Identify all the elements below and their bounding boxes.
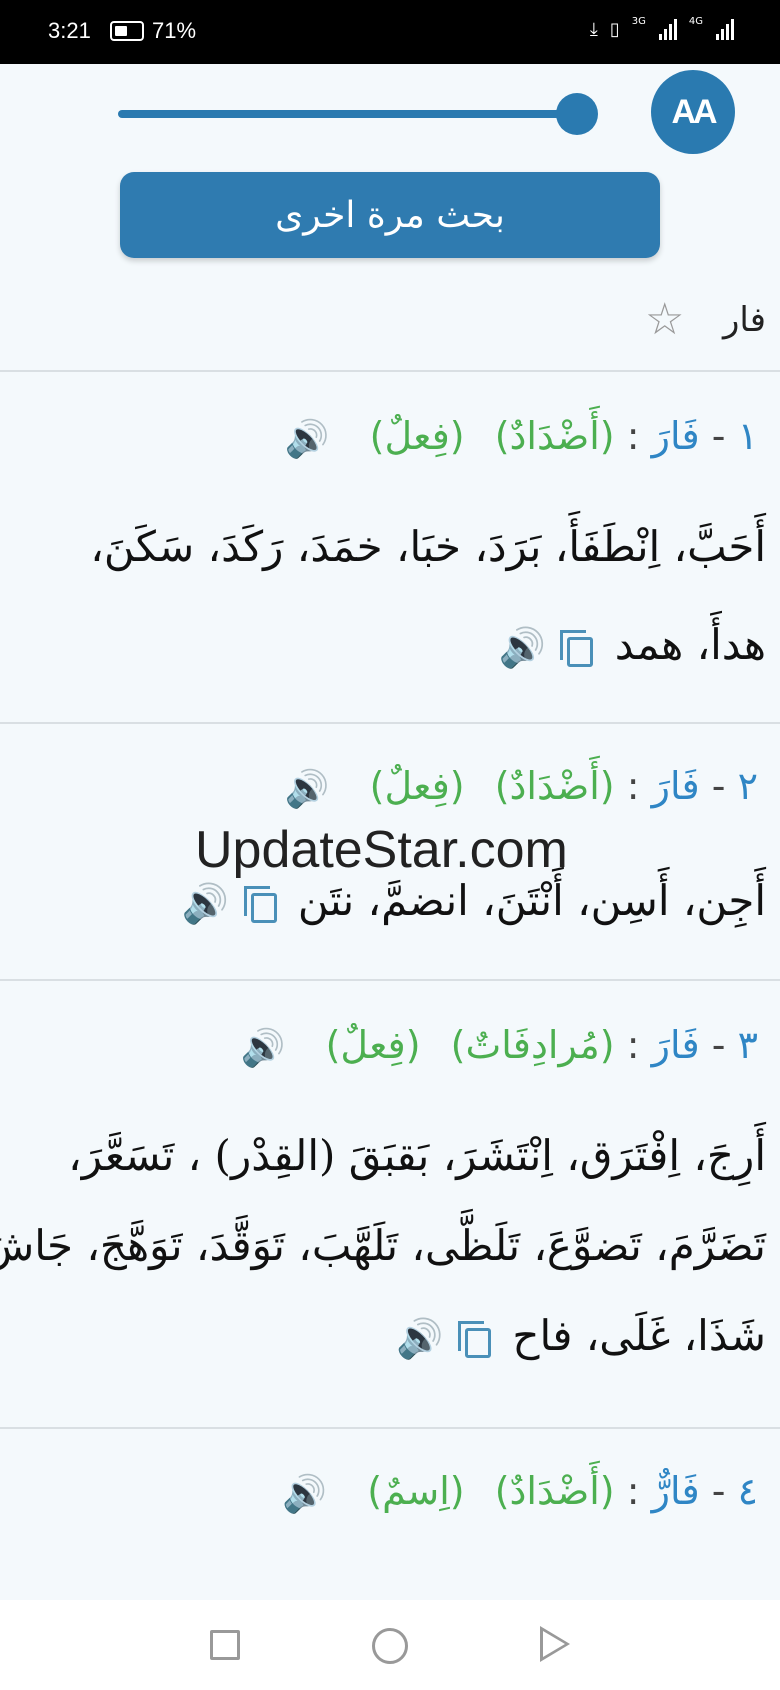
entry-1: ١ - فَارَ : (أَضْدَادٌ) (فِعلٌ) 🔊 أَحَبَ… — [0, 372, 780, 722]
entry-word: فَارٌّ — [651, 1469, 700, 1513]
aa-label: AA — [671, 92, 717, 131]
status-icons: ⤓ ▯ 3G 4G — [589, 15, 734, 40]
entry-line-text: شَذَا، غَلَى، فاح — [512, 1311, 766, 1360]
speaker-icon[interactable]: 🔊 — [285, 418, 330, 460]
entry-tag-type: (أَضْدَادٌ) — [494, 1469, 615, 1513]
status-battery: 71% — [152, 18, 197, 43]
entry-number: ١ — [737, 414, 758, 458]
entry-tag-type: (أَضْدَادٌ) — [494, 764, 615, 808]
home-icon[interactable] — [372, 1628, 408, 1664]
star-icon[interactable]: ☆ — [645, 294, 684, 345]
entry-header: ٤ - فَارٌّ : (أَضْدَادٌ) (اِسمٌ) 🔊 — [282, 1469, 758, 1515]
entry-line-last: شَذَا، غَلَى، فاح 🔊 — [396, 1311, 766, 1362]
status-bar: 3:21 71% ⤓ ▯ 3G 4G — [0, 0, 780, 64]
word-header: فار ☆ — [0, 290, 780, 360]
entry-tag-type: (أَضْدَادٌ) — [494, 414, 615, 458]
signal-icon — [658, 18, 677, 40]
entry-word: فَارَ — [651, 1023, 700, 1067]
aa-icon[interactable]: AA — [651, 70, 735, 154]
entry-header: ٢ - فَارَ : (أَضْدَادٌ) (فِعلٌ) 🔊 — [284, 764, 758, 810]
copy-icon[interactable] — [560, 630, 594, 667]
speaker-icon[interactable]: 🔊 — [241, 1027, 286, 1069]
entry-4: ٤ - فَارٌّ : (أَضْدَادٌ) (اِسمٌ) 🔊 — [0, 1429, 780, 1600]
entry-sep: : — [626, 414, 640, 458]
font-size-slider[interactable] — [118, 110, 578, 118]
entry-sep: : — [626, 764, 640, 808]
entry-word: فَارَ — [651, 764, 700, 808]
speaker-icon[interactable]: 🔊 — [396, 1317, 443, 1361]
download-icon: ⤓ — [589, 18, 598, 40]
entry-header: ٣ - فَارَ : (مُرادِفَاتٌ) (فِعلٌ) 🔊 — [240, 1023, 758, 1069]
entry-line: تَضَرَّمَ، تَضوَّعَ، تَلَظَّى، تَلَهَّبَ… — [0, 1221, 766, 1270]
entry-header: ١ - فَارَ : (أَضْدَادٌ) (فِعلٌ) 🔊 — [284, 414, 758, 460]
signal-icon-2 — [716, 18, 734, 40]
net-label-4g: 4G — [688, 15, 703, 27]
status-time: 3:21 — [48, 18, 91, 43]
entry-tag-pos: (فِعلٌ) — [369, 414, 465, 458]
entry-tag-pos: (فِعلٌ) — [369, 764, 465, 808]
entry-number: ٣ — [737, 1023, 758, 1067]
entry-word: فَارَ — [651, 414, 700, 458]
recents-icon[interactable] — [210, 1630, 240, 1660]
speaker-icon[interactable]: 🔊 — [182, 882, 229, 926]
speaker-icon[interactable]: 🔊 — [285, 768, 330, 810]
entry-tag-type: (مُرادِفَاتٌ) — [450, 1023, 615, 1067]
entry-line-text: هدأَ، همد — [614, 620, 766, 669]
search-again-button[interactable]: بحث مرة اخرى — [120, 172, 660, 258]
back-icon[interactable] — [540, 1626, 570, 1662]
entry-tag-pos: (فِعلٌ) — [325, 1023, 421, 1067]
copy-icon[interactable] — [458, 1321, 492, 1358]
entry-number: ٢ — [737, 764, 758, 808]
speaker-icon[interactable]: 🔊 — [282, 1473, 327, 1515]
entry-tag-pos: (اِسمٌ) — [367, 1469, 465, 1513]
system-nav-bar — [0, 1600, 780, 1690]
entry-3: ٣ - فَارَ : (مُرادِفَاتٌ) (فِعلٌ) 🔊 أَرِ… — [0, 981, 780, 1427]
search-again-label: بحث مرة اخرى — [275, 194, 505, 236]
entry-line-last: هدأَ، همد 🔊 — [499, 620, 766, 671]
word-title: فار — [722, 300, 766, 340]
font-size-slider-thumb[interactable] — [556, 93, 598, 135]
entry-sep: : — [626, 1469, 640, 1513]
entry-number: ٤ — [737, 1469, 758, 1513]
entry-line-last: أَجِن، أَسِن، أَنْتَنَ، انضمَّ، نتَن 🔊 — [182, 876, 766, 927]
watermark: UpdateStar.com — [195, 821, 568, 879]
speaker-icon[interactable]: 🔊 — [499, 626, 546, 670]
entry-line: أَحَبَّ، اِنْطَفَأَ، بَرَدَ، خبَا، خمَدَ… — [90, 522, 766, 571]
battery-icon — [110, 21, 144, 41]
net-label-3g: 3G — [631, 15, 646, 27]
entry-line-text: أَجِن، أَسِن، أَنْتَنَ، انضمَّ، نتَن — [297, 876, 766, 925]
vibrate-icon: ▯ — [609, 18, 620, 40]
copy-icon[interactable] — [243, 886, 277, 923]
entry-sep: : — [626, 1023, 640, 1067]
entry-line: أَرِجَ، اِفْتَرَق، اِنْتَشَرَ، بَقبَقَ (… — [68, 1131, 766, 1180]
